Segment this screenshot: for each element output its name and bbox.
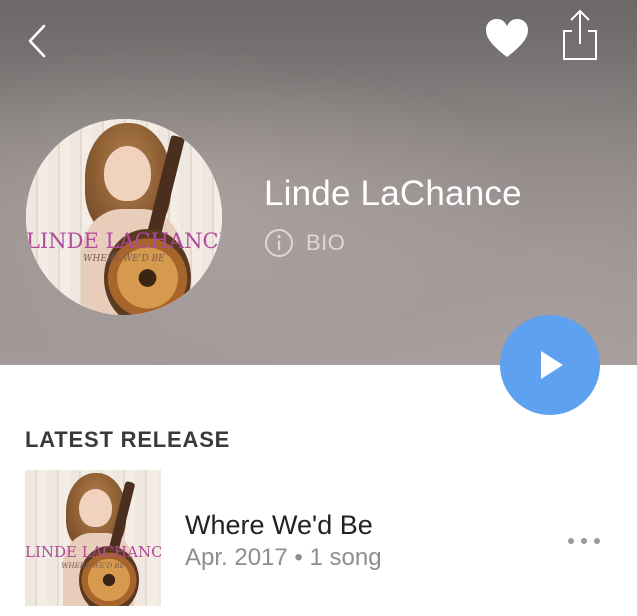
album-art-image: LINDE LACHANCE WHERE WE'D BE <box>26 119 222 315</box>
artist-avatar: LINDE LACHANCE WHERE WE'D BE <box>26 119 222 315</box>
more-dots-icon <box>568 538 600 544</box>
share-icon <box>563 9 597 60</box>
favorite-button[interactable] <box>484 16 530 62</box>
release-cover: LINDE LACHANCE WHERE WE'D BE <box>25 470 161 606</box>
latest-release-heading: LATEST RELEASE <box>25 427 231 452</box>
artist-header: LINDE LACHANCE WHERE WE'D BE Linde LaCha… <box>0 0 637 365</box>
latest-release-item[interactable]: LINDE LACHANCE WHERE WE'D BE Where We'd … <box>0 470 637 610</box>
more-button[interactable] <box>566 534 602 546</box>
artist-page: LINDE LACHANCE WHERE WE'D BE Linde LaCha… <box>0 0 637 616</box>
play-icon <box>541 351 563 379</box>
play-button[interactable] <box>500 315 600 415</box>
chevron-left-icon <box>28 24 46 58</box>
album-art-image: LINDE LACHANCE WHERE WE'D BE <box>25 470 161 606</box>
heart-icon <box>486 19 528 57</box>
album-art-subtitle: WHERE WE'D BE <box>83 254 165 264</box>
info-icon <box>265 229 293 257</box>
release-meta: Apr. 2017 • 1 song <box>185 544 382 571</box>
artist-name: Linde LaChance <box>264 174 522 213</box>
bio-label: BIO <box>306 230 346 255</box>
album-art-title: LINDE LACHANCE <box>26 229 222 253</box>
share-button[interactable] <box>558 8 602 62</box>
release-title: Where We'd Be <box>185 510 373 540</box>
bio-link[interactable]: BIO <box>264 228 345 258</box>
album-art-title: LINDE LACHANCE <box>25 543 161 561</box>
album-art-subtitle: WHERE WE'D BE <box>61 562 125 570</box>
back-button[interactable] <box>22 22 58 60</box>
